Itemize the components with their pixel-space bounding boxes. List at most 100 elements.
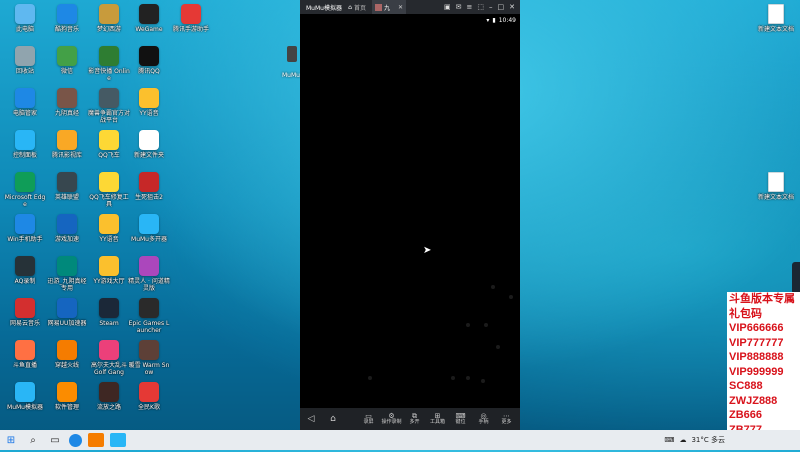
desktop-icon[interactable]: 电脑管家: [4, 88, 46, 117]
toolbar-button[interactable]: ⋯ 更多: [496, 413, 517, 426]
desktop-icon[interactable]: 控制面板: [4, 130, 46, 159]
weather-text[interactable]: 31°C 多云: [691, 435, 725, 445]
desktop-icon[interactable]: 流放之路: [88, 382, 130, 411]
desktop-icon[interactable]: 生死狙击2: [128, 172, 170, 201]
mumu-desktop-shortcut[interactable]: MuMu...: [282, 46, 306, 81]
task-view-icon[interactable]: ▭: [44, 435, 66, 446]
mumu-emulator-window[interactable]: MuMu模拟器 ⌂ 首页 九 ✕ ▣ ✉ ≡ ⬚ – □ ✕ ▾ ▮ 10:49: [300, 0, 520, 430]
mumu-taskbar-icon[interactable]: [110, 433, 126, 447]
edge-taskbar-icon[interactable]: [69, 433, 82, 447]
emulator-screen[interactable]: ➤: [300, 26, 520, 408]
desktop-icon-label: YY游戏大厅: [93, 278, 125, 285]
desktop-icon[interactable]: 腾讯QQ: [128, 46, 170, 75]
desktop-icon[interactable]: 微信: [46, 46, 88, 75]
home-tab-label[interactable]: 首页: [354, 3, 368, 12]
back-icon[interactable]: ◁: [300, 414, 322, 424]
desktop-icon[interactable]: 英雄联盟: [46, 172, 88, 201]
text-file-icon-item[interactable]: 新建文本文档: [755, 172, 797, 201]
desktop-icon[interactable]: 精灵人 · 问道精灵版: [128, 256, 170, 292]
mail-icon[interactable]: ✉: [456, 3, 462, 11]
toolbar-button[interactable]: ⌨ 键位: [450, 413, 471, 426]
close-icon[interactable]: ✕: [509, 3, 515, 11]
promo-line: ZB666: [729, 409, 763, 421]
desktop-icon[interactable]: YY语音: [88, 214, 130, 243]
desktop-icon[interactable]: AQ录制: [4, 256, 46, 285]
desktop-icon[interactable]: MuMu多开器: [128, 214, 170, 243]
desktop-icon[interactable]: Steam: [88, 298, 130, 327]
desktop-icon[interactable]: 网易云音乐: [4, 298, 46, 327]
desktop-icon-label: 生死狙击2: [135, 194, 163, 201]
app-icon: [57, 4, 77, 24]
side-edge-tab[interactable]: [792, 262, 800, 294]
start-windows-icon[interactable]: ⊞: [0, 435, 22, 446]
desktop-icon-label: 魔兽争霸官方对战平台: [88, 110, 131, 124]
desktop-icon[interactable]: QQ飞车修复工具: [88, 172, 130, 208]
desktop-icon-label: 软件管理: [54, 404, 79, 411]
app-icon: [139, 382, 159, 402]
keyboard-icon[interactable]: ⌨: [664, 436, 674, 444]
desktop-icon[interactable]: 网易UU加速器: [46, 298, 88, 327]
search-icon[interactable]: ⌕: [22, 435, 44, 446]
app-icon: [15, 382, 35, 402]
app-icon: [99, 88, 119, 108]
toolbar-button-label: 手柄: [478, 419, 489, 425]
weather-icon[interactable]: ☁: [679, 436, 686, 444]
desktop-icon-label: 全民K歌: [138, 404, 160, 411]
desktop-icon[interactable]: 梦幻西游: [88, 4, 130, 33]
mumu-bottom-toolbar: ◁ ⌂ ▭ 录屏 ⚙ 操作录制 ⧉ 多开 ⊞ 工具箱 ⌨ 键位 ◎ 手柄 ⋯ 更多: [300, 408, 520, 430]
desktop-icon[interactable]: YY游戏大厅: [88, 256, 130, 285]
desktop-icon[interactable]: 迅游_九阴真经专用: [46, 256, 88, 292]
app-icon: [139, 4, 159, 24]
desktop-icon[interactable]: QQ飞车: [88, 130, 130, 159]
home-icon[interactable]: ⌂: [346, 4, 354, 11]
toolbar-button[interactable]: ⚙ 操作录制: [381, 413, 402, 426]
app-icon: [15, 88, 35, 108]
close-tab-icon[interactable]: ✕: [398, 4, 403, 11]
desktop-icon-label: WeGame: [135, 26, 163, 33]
promo-line: VIP777777: [729, 336, 784, 349]
promo-line: 礼包码: [729, 307, 762, 320]
desktop-icon[interactable]: 此电脑: [4, 4, 46, 33]
gift-icon[interactable]: ▣: [444, 3, 451, 11]
desktop-icon-label: 英雄联盟: [54, 194, 79, 201]
desktop-icon-label: 电脑管家: [12, 110, 37, 117]
game-tab[interactable]: 九 ✕: [372, 0, 406, 14]
desktop-icon-label: 腾讯QQ: [138, 68, 160, 75]
toolbar-button[interactable]: ◎ 手柄: [473, 413, 494, 426]
desktop-icon[interactable]: WeGame: [128, 4, 170, 33]
app-icon: [57, 382, 77, 402]
desktop-icon[interactable]: Win手机助手: [4, 214, 46, 243]
mumu-titlebar[interactable]: MuMu模拟器 ⌂ 首页 九 ✕ ▣ ✉ ≡ ⬚ – □ ✕: [300, 0, 520, 14]
text-file-icon-item[interactable]: 新建文本文档: [755, 4, 797, 33]
app-icon: [99, 298, 119, 318]
desktop-icon[interactable]: 腾讯影视库: [46, 130, 88, 159]
desktop-icon[interactable]: 暖雪 Warm Snow: [128, 340, 170, 376]
desktop-icon[interactable]: 九阴真经: [46, 88, 88, 117]
desktop-icon[interactable]: 魔兽争霸官方对战平台: [88, 88, 130, 124]
desktop-icon[interactable]: 全民K歌: [128, 382, 170, 411]
desktop-icon[interactable]: YY语音: [128, 88, 170, 117]
toolbar-button[interactable]: ⧉ 多开: [404, 413, 425, 426]
desktop-icon[interactable]: 软件管理: [46, 382, 88, 411]
fullscreen-icon[interactable]: ⬚: [477, 3, 484, 11]
promo-line: VIP666666: [729, 322, 784, 334]
desktop-icon[interactable]: MuMu模拟器: [4, 382, 46, 411]
desktop-icon[interactable]: 新建文件夹: [128, 130, 170, 159]
desktop-icon[interactable]: 斗鱼直播: [4, 340, 46, 369]
desktop-icon[interactable]: 腾讯手游助手: [170, 4, 212, 33]
desktop-icon[interactable]: Epic Games Launcher: [128, 298, 170, 334]
desktop-icon[interactable]: 高尔夫大乱斗 Golf Gang: [88, 340, 130, 376]
desktop-icon[interactable]: 影音快播 Online: [88, 46, 130, 82]
desktop-icon[interactable]: 游戏加速: [46, 214, 88, 243]
toolbar-button[interactable]: ▭ 录屏: [358, 413, 379, 426]
maximize-icon[interactable]: □: [498, 3, 505, 11]
minimize-icon[interactable]: –: [489, 3, 493, 11]
desktop-icon[interactable]: 回收站: [4, 46, 46, 75]
desktop-icon[interactable]: 酷狗音乐: [46, 4, 88, 33]
app-taskbar-icon[interactable]: [88, 433, 104, 447]
home-nav-icon[interactable]: ⌂: [322, 414, 344, 424]
desktop-icon[interactable]: Microsoft Edge: [4, 172, 46, 208]
menu-icon[interactable]: ≡: [467, 3, 473, 11]
desktop-icon[interactable]: 穿越火线: [46, 340, 88, 369]
toolbar-button[interactable]: ⊞ 工具箱: [427, 413, 448, 426]
